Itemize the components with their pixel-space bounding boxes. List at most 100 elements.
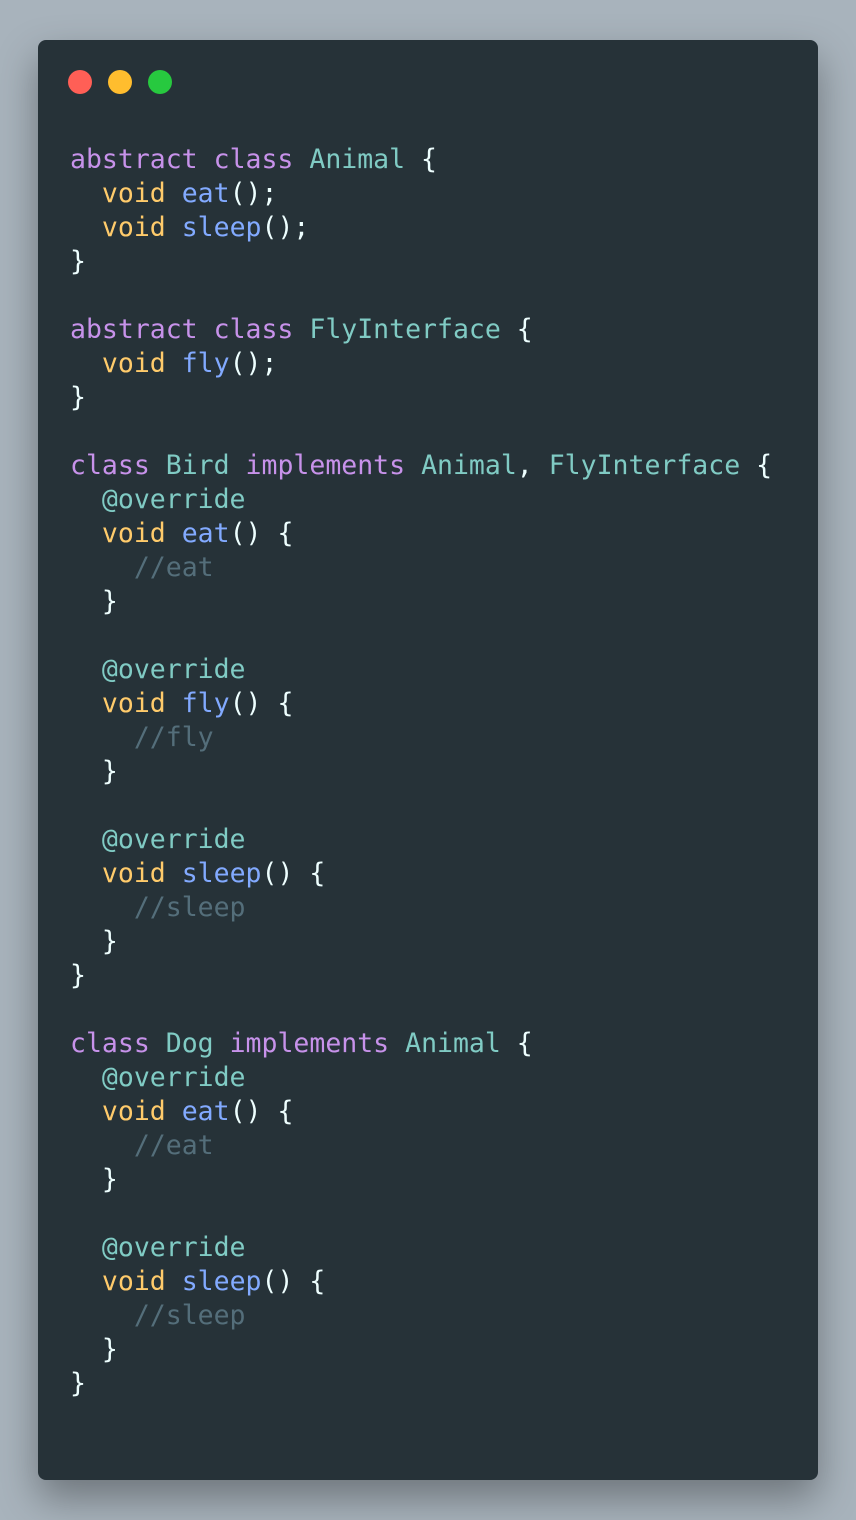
code-line: @override xyxy=(70,653,772,687)
punctuation-token: } xyxy=(70,1368,86,1399)
close-button[interactable] xyxy=(68,70,92,94)
punctuation-token xyxy=(70,892,134,923)
comment-token: //fly xyxy=(133,722,214,753)
punctuation-token: } xyxy=(70,960,86,991)
punctuation-token xyxy=(166,858,182,889)
punctuation-token: () { xyxy=(261,858,326,889)
code-line: } xyxy=(70,585,772,619)
window-controls xyxy=(68,70,172,94)
type-token: void xyxy=(101,1096,166,1127)
code-line: @override xyxy=(70,1061,772,1095)
minimize-button[interactable] xyxy=(108,70,132,94)
code-line: } xyxy=(70,1163,772,1197)
punctuation-token: } xyxy=(70,756,118,787)
code-line: } xyxy=(70,381,772,415)
punctuation-token xyxy=(70,654,102,685)
code-line: void sleep() { xyxy=(70,1265,772,1299)
punctuation-token: } xyxy=(70,1334,118,1365)
punctuation-token: } xyxy=(70,586,118,617)
code-window: abstract class Animal { void eat (); void… xyxy=(38,40,818,1480)
punctuation-token: } xyxy=(70,246,86,277)
punctuation-token xyxy=(70,824,102,855)
punctuation-token xyxy=(70,1130,134,1161)
code-line: } xyxy=(70,1333,772,1367)
punctuation-token xyxy=(166,688,182,719)
code-line: //eat xyxy=(70,551,772,585)
punctuation-token xyxy=(70,348,102,379)
keyword-token: class xyxy=(70,450,150,481)
punctuation-token xyxy=(166,518,182,549)
punctuation-token: { xyxy=(405,144,438,175)
punctuation-token: () { xyxy=(229,688,294,719)
punctuation-token xyxy=(70,484,102,515)
punctuation-token: (); xyxy=(229,348,278,379)
punctuation-token xyxy=(405,450,421,481)
punctuation-token xyxy=(166,178,182,209)
comment-token: //sleep xyxy=(133,1300,246,1331)
type-token: void xyxy=(101,348,166,379)
punctuation-token: { xyxy=(500,314,533,345)
class-name-token: FlyInterface xyxy=(548,450,741,481)
punctuation-token xyxy=(166,348,182,379)
class-name-token: FlyInterface xyxy=(309,314,501,345)
code-line: void eat() { xyxy=(70,1095,772,1129)
code-line: //eat xyxy=(70,1129,772,1163)
annotation-token: @override xyxy=(101,654,246,685)
punctuation-token xyxy=(70,1300,134,1331)
type-token: void xyxy=(101,1266,166,1297)
function-token: sleep xyxy=(181,1266,262,1297)
type-token: void xyxy=(101,212,166,243)
punctuation-token xyxy=(166,1266,182,1297)
punctuation-token: { xyxy=(500,1028,533,1059)
function-token: eat xyxy=(181,518,230,549)
code-line: @override xyxy=(70,823,772,857)
code-line: //sleep xyxy=(70,1299,772,1333)
type-token: void xyxy=(101,688,166,719)
punctuation-token: , xyxy=(516,450,549,481)
punctuation-token xyxy=(214,1028,230,1059)
punctuation-token xyxy=(389,1028,405,1059)
function-token: eat xyxy=(181,178,230,209)
code-line: void sleep() { xyxy=(70,857,772,891)
punctuation-token: } xyxy=(70,382,86,413)
function-token: eat xyxy=(181,1096,230,1127)
code-line: } xyxy=(70,925,772,959)
code-line: } xyxy=(70,245,772,279)
annotation-token: @override xyxy=(101,824,246,855)
function-token: sleep xyxy=(181,858,262,889)
punctuation-token: } xyxy=(70,926,118,957)
punctuation-token xyxy=(293,314,309,345)
punctuation-token: } xyxy=(70,1164,118,1195)
type-token: void xyxy=(101,858,166,889)
function-token: sleep xyxy=(181,212,262,243)
type-token: void xyxy=(101,178,166,209)
punctuation-token xyxy=(70,212,102,243)
keyword-token: abstract xyxy=(70,314,198,345)
comment-token: //eat xyxy=(133,1130,214,1161)
code-line: //sleep xyxy=(70,891,772,925)
punctuation-token xyxy=(70,722,134,753)
punctuation-token xyxy=(70,1266,102,1297)
maximize-button[interactable] xyxy=(148,70,172,94)
keyword-token: implements xyxy=(245,450,406,481)
punctuation-token xyxy=(150,450,166,481)
code-line: void fly(); xyxy=(70,347,772,381)
code-line: @override xyxy=(70,1231,772,1265)
code-line: class Bird implements Animal, FlyInterfa… xyxy=(70,449,772,483)
punctuation-token: () { xyxy=(229,1096,294,1127)
code-line: void eat() { xyxy=(70,517,772,551)
class-name-token: Animal xyxy=(405,1028,501,1059)
code-line: void sleep(); xyxy=(70,211,772,245)
class-name-token: Animal xyxy=(421,450,517,481)
punctuation-token xyxy=(70,178,102,209)
punctuation-token xyxy=(70,688,102,719)
function-token: fly xyxy=(181,688,230,719)
annotation-token: @override xyxy=(101,1232,246,1263)
class-name-token: Bird xyxy=(165,450,230,481)
